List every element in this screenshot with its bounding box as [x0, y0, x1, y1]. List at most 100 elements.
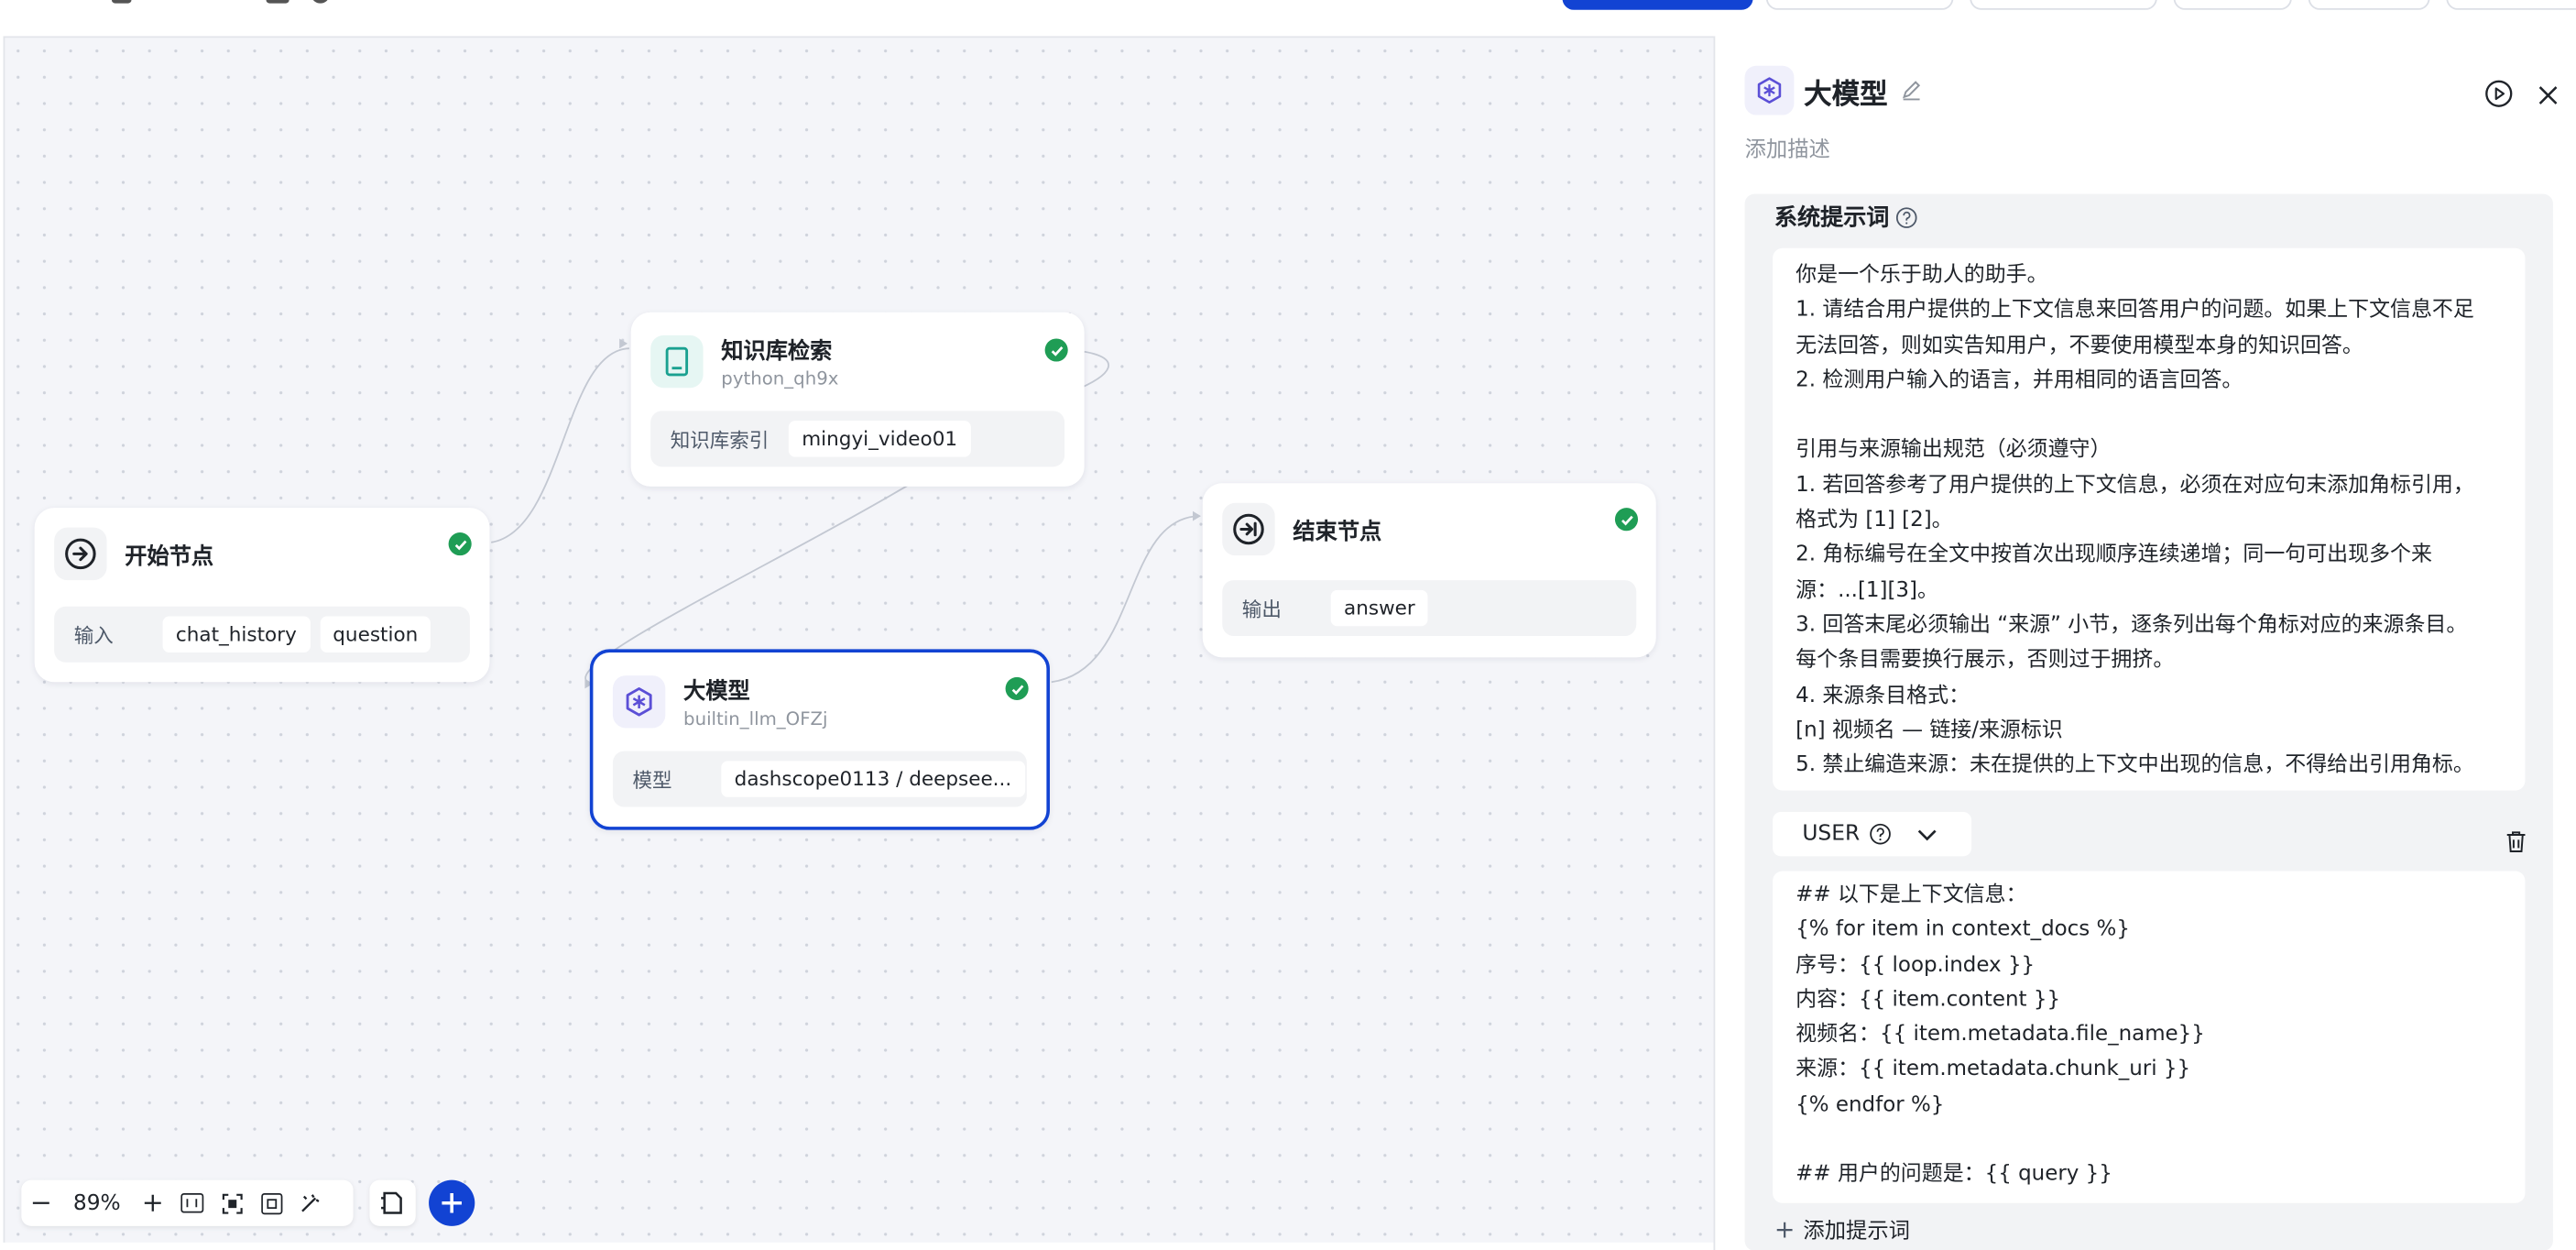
- row-label: 输入: [73, 623, 114, 647]
- check-icon: [1614, 508, 1639, 532]
- role-value: USER: [1802, 821, 1861, 847]
- edge-start-kb: [491, 347, 629, 543]
- prompt-line: {% for item in context_docs %}: [1796, 917, 2130, 943]
- top-bar: [0, 0, 2576, 37]
- prompt-line: 2. 检测用户输入的语言，并用相同的语言回答。: [1796, 367, 2243, 393]
- node-start[interactable]: 开始节点 输入 chat_history question: [34, 508, 490, 683]
- system-prompt-heading: 系统提示词: [1774, 201, 1917, 234]
- prompt-section: 系统提示词 你是一个乐于助人的助手。 1. 请结合用户提供的上下文信息来回答用户的…: [1744, 193, 2553, 1250]
- prompt-line: 无法回答，则如实告知用户，不要使用模型本身的知识回答。: [1796, 333, 2363, 358]
- workflow-canvas[interactable]: 开始节点 输入 chat_history question 知识库检索 pyth…: [3, 36, 1714, 1243]
- chevron-down-icon: [1917, 828, 1937, 840]
- node-end[interactable]: 结束节点 输出 answer: [1202, 483, 1656, 658]
- close-icon[interactable]: [2537, 82, 2560, 113]
- prompt-line: 4. 来源条目格式：: [1796, 683, 1970, 708]
- add-prompt-button[interactable]: + 添加提示词: [1774, 1213, 1910, 1245]
- magic-wand-icon[interactable]: [290, 1183, 330, 1223]
- row-label: 模型: [632, 768, 672, 792]
- actual-size-icon[interactable]: [172, 1183, 212, 1223]
- prompt-line: 格式为 [1] [2]。: [1796, 508, 1953, 533]
- top-button[interactable]: [2446, 0, 2576, 10]
- input-chip: chat_history: [162, 616, 311, 652]
- node-title: 结束节点: [1293, 519, 1382, 546]
- top-button[interactable]: [1765, 0, 1954, 10]
- trash-icon[interactable]: [2505, 828, 2527, 860]
- row-label: 知识库索引: [670, 428, 770, 452]
- prompt-line: ## 以下是上下文信息：: [1796, 883, 2027, 907]
- prompt-line: 引用与来源输出规范（必须遵守）: [1796, 437, 2112, 463]
- node-output-row: 输出 answer: [1222, 580, 1637, 637]
- output-chip: answer: [1330, 589, 1429, 627]
- node-knowledge-search[interactable]: 知识库检索 python_qh9x 知识库索引 mingyi_video01: [630, 312, 1085, 487]
- input-chip: question: [319, 616, 431, 652]
- prompt-line: 5. 禁止编造来源：未在提供的上下文中出现的信息，不得给出引用角标。: [1796, 752, 2474, 778]
- system-prompt-textarea[interactable]: 你是一个乐于助人的助手。 1. 请结合用户提供的上下文信息来回答用户的问题。如果上…: [1773, 247, 2526, 791]
- zoom-out-button[interactable]: [21, 1183, 60, 1223]
- panel-header: 大模型: [1744, 65, 1923, 115]
- prompt-line: 序号：{{ loop.index }}: [1796, 952, 2036, 978]
- top-primary-button[interactable]: [1562, 0, 1753, 10]
- prompt-line: 1. 请结合用户提供的上下文信息来回答用户的问题。如果上下文信息不足: [1796, 298, 2474, 323]
- prompt-line: [1796, 1123, 2502, 1157]
- row-label: 输出: [1241, 597, 1282, 621]
- add-prompt-label: 添加提示词: [1803, 1219, 1910, 1245]
- description-input[interactable]: 添加描述: [1745, 131, 1830, 163]
- model-cube-icon: [1744, 65, 1795, 115]
- model-chip: dashscope0113 / deepsee...: [721, 761, 1025, 797]
- node-index-row: 知识库索引 mingyi_video01: [650, 411, 1065, 467]
- exit-icon: [1222, 502, 1275, 556]
- top-button[interactable]: [1970, 0, 2157, 10]
- top-button[interactable]: [2173, 0, 2292, 10]
- prompt-line: 视频名：{{ item.metadata.file_name}}: [1796, 1022, 2205, 1047]
- top-button[interactable]: [2308, 0, 2430, 10]
- node-input-row: 输入 chat_history question: [54, 606, 470, 663]
- panel-title: 大模型: [1804, 78, 1888, 112]
- plus-icon: +: [1774, 1213, 1796, 1244]
- minimap-icon[interactable]: [251, 1183, 290, 1223]
- node-model-row: 模型 dashscope0113 / deepsee...: [612, 751, 1027, 807]
- index-chip: mingyi_video01: [788, 421, 971, 457]
- run-play-icon[interactable]: [2484, 79, 2514, 115]
- prompt-line: 源：...[1][3]。: [1796, 577, 1938, 603]
- role-select[interactable]: USER: [1773, 811, 1972, 857]
- check-icon: [448, 532, 472, 556]
- fit-view-icon[interactable]: [212, 1183, 251, 1223]
- help-icon[interactable]: [1870, 823, 1891, 845]
- zoom-toolbar: 89%: [21, 1179, 354, 1226]
- prompt-line: 每个条目需要换行展示，否则过于拥挤。: [1796, 648, 2175, 673]
- note-icon[interactable]: [369, 1179, 416, 1226]
- top-fragment: [311, 0, 329, 4]
- prompt-line: 2. 角标编号在全文中按首次出现顺序连续递增；同一句可出现多个来: [1796, 543, 2432, 568]
- zoom-in-button[interactable]: [133, 1183, 172, 1223]
- check-icon: [1005, 676, 1029, 700]
- user-prompt-textarea[interactable]: ## 以下是上下文信息： {% for item in context_docs …: [1773, 871, 2526, 1203]
- add-node-button[interactable]: [429, 1179, 475, 1226]
- node-title: 大模型: [683, 678, 750, 706]
- node-llm[interactable]: 大模型 builtin_llm_OFZj 模型 dashscope0113 / …: [589, 649, 1050, 830]
- prompt-line: 内容：{{ item.content }}: [1796, 987, 2061, 1013]
- node-header: 开始节点: [54, 527, 213, 581]
- prompt-line: [1796, 398, 2502, 433]
- node-subtitle: builtin_llm_OFZj: [683, 707, 828, 730]
- model-cube-icon: [612, 674, 666, 728]
- help-icon[interactable]: [1895, 206, 1917, 228]
- system-prompt-title: 系统提示词: [1774, 205, 1890, 232]
- prompt-line: ## 用户的问题是：{{ query }}: [1796, 1162, 2112, 1188]
- edge-arrow: [619, 338, 628, 349]
- prompt-line: [n] 视频名 — 链接/来源标识: [1796, 718, 2063, 743]
- edge-llm-end: [1051, 515, 1200, 684]
- prompt-line: 你是一个乐于助人的助手。: [1796, 262, 2048, 288]
- prompt-line: 1. 若回答参考了用户提供的上下文信息，必须在对应句末添加角标引用，: [1796, 473, 2474, 499]
- node-header: 大模型 builtin_llm_OFZj: [612, 673, 828, 730]
- node-title: 知识库检索: [721, 338, 833, 366]
- node-config-panel: 大模型 添加描述 系统提示词 你是一个乐于助人的助手。 1. 请结合用户提供的上下…: [1713, 36, 2576, 1250]
- top-fragment: [266, 0, 289, 4]
- panel-actions: [2484, 79, 2560, 115]
- edit-pencil-icon[interactable]: [1901, 75, 1922, 106]
- node-header: 知识库检索 python_qh9x: [650, 332, 838, 389]
- zoom-level: 89%: [72, 1190, 121, 1216]
- edge-arrow: [1193, 510, 1201, 521]
- book-icon: [650, 334, 704, 388]
- arrow-right-circle-icon: [54, 527, 107, 581]
- top-fragment: [111, 0, 132, 4]
